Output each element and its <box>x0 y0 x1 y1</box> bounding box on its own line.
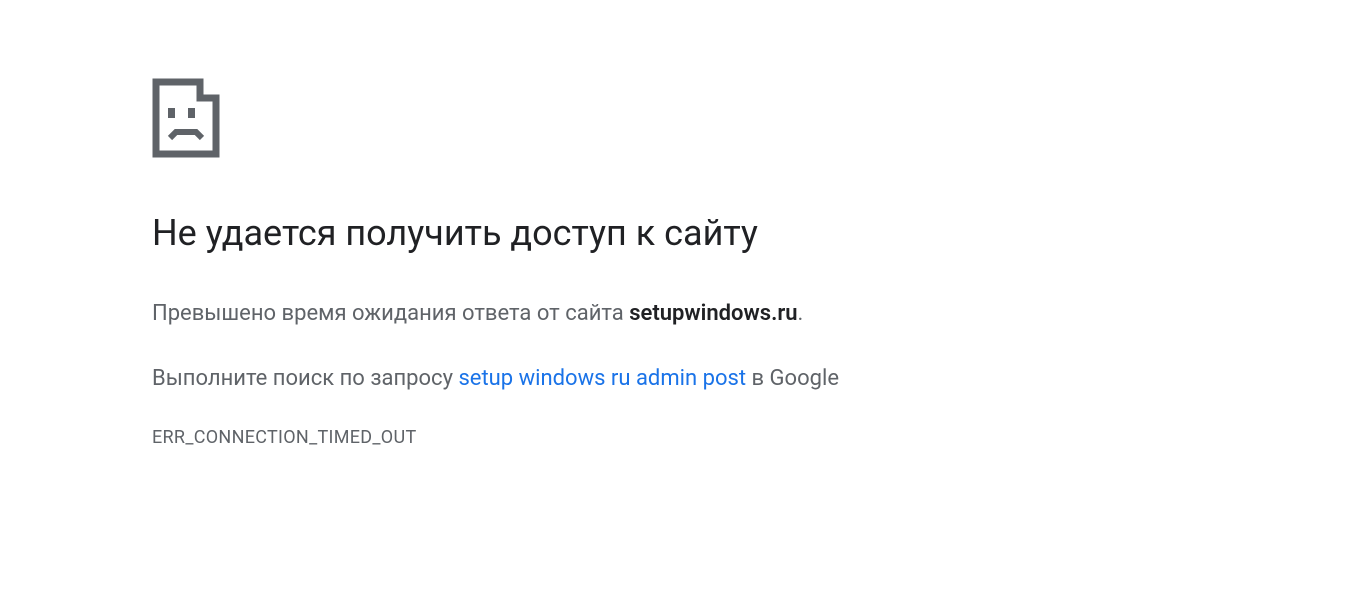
search-prefix: Выполните поиск по запросу <box>152 366 458 391</box>
error-heading: Не удается получить доступ к сайту <box>152 212 1348 255</box>
timeout-message: Превышено время ожидания ответа от сайта… <box>152 297 1348 330</box>
error-code: ERR_CONNECTION_TIMED_OUT <box>152 427 1348 448</box>
timeout-prefix: Превышено время ожидания ответа от сайта <box>152 301 629 326</box>
domain-name: setupwindows.ru <box>629 301 797 326</box>
search-link[interactable]: setup windows ru admin post <box>458 366 746 391</box>
search-suggestion: Выполните поиск по запросу setup windows… <box>152 362 1348 395</box>
sad-page-icon <box>152 78 224 158</box>
error-icon-container <box>152 78 1348 162</box>
search-suffix: в Google <box>746 366 839 391</box>
timeout-suffix: . <box>798 301 804 326</box>
